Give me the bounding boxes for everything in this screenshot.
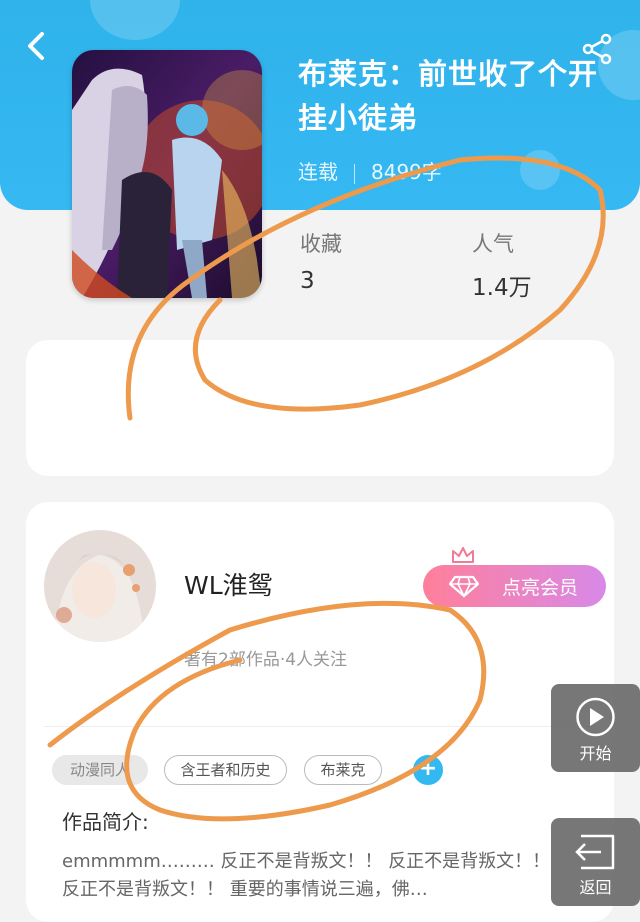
author-avatar[interactable] bbox=[44, 530, 156, 642]
popularity-label: 人气 bbox=[472, 232, 514, 256]
vip-button-label: 点亮会员 bbox=[501, 576, 578, 599]
decor-bubble bbox=[520, 150, 560, 190]
tag-2[interactable]: 布莱克 bbox=[304, 755, 382, 785]
intro-text[interactable]: emmmmm……… 反正不是背叛文！！ 反正不是背叛文！！ 反正不是背叛文！！ … bbox=[62, 848, 552, 904]
word-count: 8499字 bbox=[371, 160, 442, 184]
back-chevron-icon bbox=[28, 32, 44, 60]
start-button[interactable]: 开始 bbox=[551, 684, 640, 772]
return-label: 返回 bbox=[579, 878, 612, 897]
diamond-icon bbox=[449, 575, 479, 598]
popularity-value: 1.4万 bbox=[472, 275, 532, 301]
favorites-label: 收藏 bbox=[300, 232, 342, 256]
book-title: 布莱克：前世收了个开挂小徒弟 bbox=[298, 57, 599, 135]
avatar-illustration bbox=[44, 530, 156, 642]
tag-1[interactable]: 含王者和历史 bbox=[164, 755, 287, 785]
meta-divider bbox=[354, 163, 355, 184]
favorites-value: 3 bbox=[300, 268, 315, 294]
author-name[interactable]: WL淮鸳 bbox=[184, 566, 273, 602]
cover-illustration bbox=[72, 50, 262, 298]
exit-icon bbox=[575, 834, 615, 870]
serial-status: 连载 bbox=[298, 160, 338, 184]
book-meta: 连载 8499字 bbox=[298, 156, 442, 185]
intro-title: 作品简介: bbox=[62, 810, 149, 834]
divider bbox=[44, 726, 596, 727]
blank-card bbox=[26, 340, 614, 476]
author-stats: 著有2部作品·4人关注 bbox=[184, 650, 348, 670]
play-icon bbox=[576, 697, 615, 737]
crown-icon bbox=[452, 547, 474, 563]
add-tag-button[interactable]: + bbox=[413, 755, 443, 785]
tag-0[interactable]: 动漫同人 bbox=[52, 755, 148, 785]
decor-bubble bbox=[90, 0, 180, 40]
start-label: 开始 bbox=[579, 744, 612, 763]
back-button[interactable] bbox=[22, 28, 52, 64]
book-cover[interactable] bbox=[72, 50, 262, 298]
plus-icon: + bbox=[418, 756, 438, 781]
return-button[interactable]: 返回 bbox=[551, 818, 640, 906]
